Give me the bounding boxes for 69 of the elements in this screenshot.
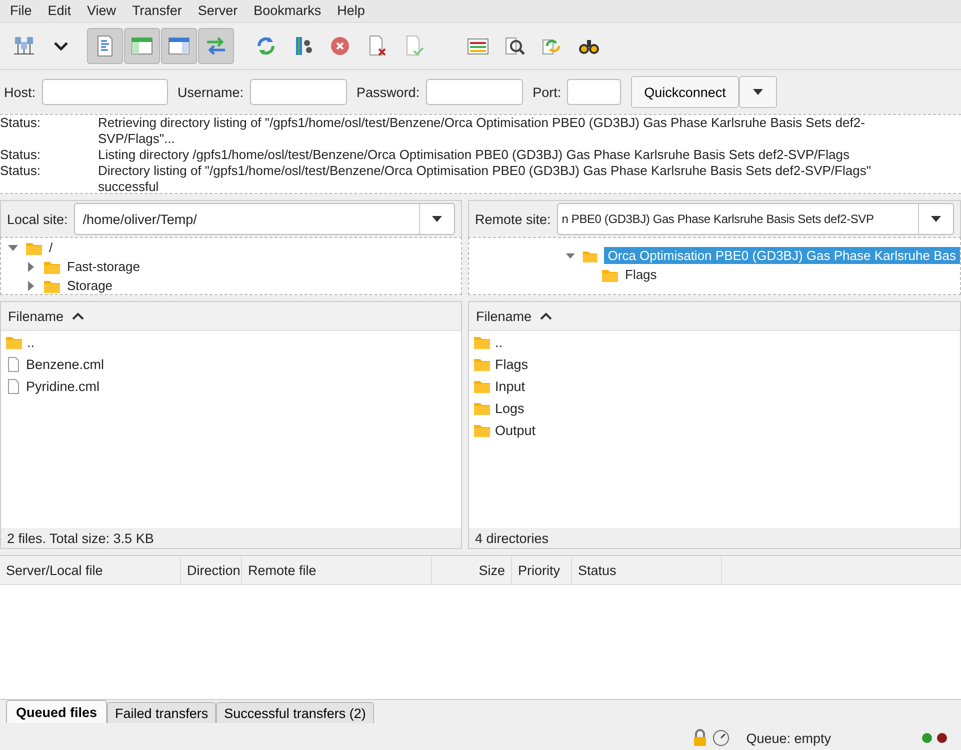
folder-icon bbox=[473, 400, 491, 416]
caret-icon bbox=[752, 88, 764, 96]
site-label: Local site: bbox=[7, 212, 68, 226]
queue-status: Queue: empty bbox=[746, 730, 831, 746]
menu-item[interactable]: View bbox=[79, 0, 124, 22]
input-field[interactable] bbox=[567, 79, 622, 105]
file-name[interactable]: .. bbox=[27, 334, 35, 350]
column-header[interactable]: Size bbox=[432, 556, 512, 584]
path-combobox[interactable]: n PBE0 (GD3BJ) Gas Phase Karlsruhe Basis Sets def2-SVP bbox=[556, 203, 954, 235]
log-message: Listing directory /gpfs1/home/osl/test/Benzene/Orca Optimisation PBE0 (GD3BJ) Gas Phase Karlsruhe Basis Sets def2-SVP/Flags bbox=[98, 147, 850, 163]
field-label: Username: bbox=[178, 84, 244, 100]
column-header[interactable]: Filename bbox=[8, 308, 64, 324]
quickconnect-button[interactable]: Quickconnect bbox=[631, 76, 739, 108]
folder-icon bbox=[473, 356, 491, 372]
menu-item[interactable]: Transfer bbox=[124, 0, 190, 22]
log-label: Status: bbox=[0, 163, 42, 180]
tab[interactable]: Queued files bbox=[6, 700, 108, 723]
log-label: Status: bbox=[0, 115, 42, 132]
menu-item[interactable]: File bbox=[2, 0, 40, 22]
folder-icon bbox=[5, 334, 23, 350]
input-field[interactable] bbox=[426, 79, 523, 105]
menu-item[interactable]: Server bbox=[190, 0, 246, 22]
pane-status: 2 files. Total size: 3.5 KB bbox=[1, 528, 461, 548]
site-label: Remote site: bbox=[475, 212, 551, 226]
caret-icon bbox=[431, 215, 443, 223]
sort-ascending-icon bbox=[72, 312, 84, 320]
tab[interactable]: Successful transfers (2) bbox=[216, 702, 374, 723]
column-header[interactable]: Filename bbox=[476, 308, 532, 324]
tree-item[interactable]: Fast-storage bbox=[67, 259, 140, 274]
speedometer-icon[interactable] bbox=[712, 729, 730, 747]
tab[interactable]: Failed transfers bbox=[107, 702, 216, 723]
menu-item[interactable]: Help bbox=[329, 0, 373, 22]
tree-item[interactable]: Flags bbox=[625, 267, 657, 282]
tree-item[interactable]: / bbox=[49, 240, 53, 255]
folder-icon bbox=[473, 378, 491, 394]
file-name[interactable]: Input bbox=[495, 378, 526, 394]
file-name[interactable]: .. bbox=[495, 334, 503, 350]
input-field[interactable] bbox=[250, 79, 347, 105]
column-header[interactable]: Priority bbox=[512, 556, 572, 584]
cancel-icon bbox=[328, 34, 352, 58]
column-header[interactable]: Direction bbox=[181, 556, 242, 584]
file-name[interactable]: Logs bbox=[495, 400, 524, 416]
file-icon bbox=[5, 378, 22, 394]
menu-item[interactable]: Bookmarks bbox=[246, 0, 330, 22]
field-label: Password: bbox=[356, 84, 420, 100]
sort-ascending-icon bbox=[540, 312, 552, 320]
field-label: Host: bbox=[4, 84, 36, 100]
pane-status: 4 directories bbox=[469, 528, 960, 548]
log-label: Status: bbox=[0, 147, 42, 163]
folder-icon bbox=[473, 422, 491, 438]
file-name[interactable]: Flags bbox=[495, 356, 528, 372]
log-message: Retrieving directory listing of "/gpfs1/home/osl/test/Benzene/Orca Optimisation PBE0 (GD3BJ) Gas Phase Karlsruhe Basis Sets def2-SVP/Flags"... bbox=[98, 115, 866, 147]
folder-icon bbox=[473, 334, 491, 350]
column-header[interactable]: Status bbox=[572, 556, 722, 584]
log-message: Directory listing of "/gpfs1/home/osl/test/Benzene/Orca Optimisation PBE0 (GD3BJ) Gas Phase Karlsruhe Basis Sets def2-SVP/Flags" successful bbox=[98, 163, 872, 193]
input-field[interactable] bbox=[42, 79, 168, 105]
tree-item[interactable]: Storage bbox=[67, 278, 113, 293]
file-name[interactable]: Benzene.cml bbox=[26, 356, 104, 372]
menu-item[interactable]: Edit bbox=[40, 0, 80, 22]
column-header[interactable]: Server/Local file bbox=[0, 556, 181, 584]
dropdown-button[interactable] bbox=[738, 76, 777, 108]
file-icon bbox=[5, 356, 22, 372]
caret-icon bbox=[930, 215, 942, 223]
file-name[interactable]: Output bbox=[495, 422, 536, 438]
padlock-icon[interactable] bbox=[692, 729, 708, 747]
field-label: Port: bbox=[532, 84, 562, 100]
file-name[interactable]: Pyridine.cml bbox=[26, 378, 100, 394]
path-combobox[interactable]: /home/oliver/Temp/ bbox=[74, 203, 455, 235]
column-header[interactable]: Remote file bbox=[242, 556, 432, 584]
